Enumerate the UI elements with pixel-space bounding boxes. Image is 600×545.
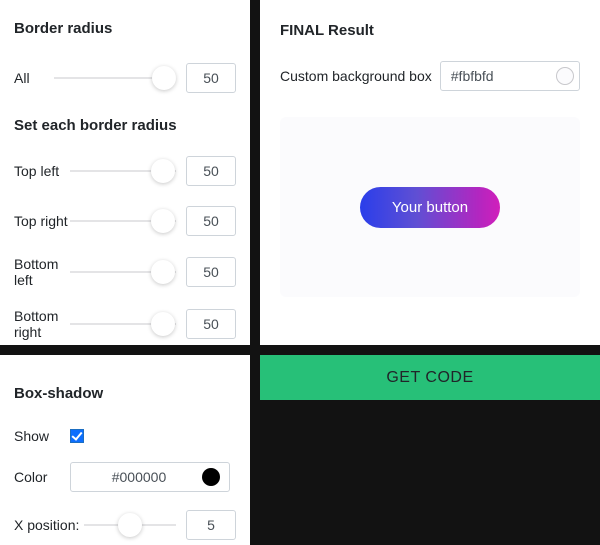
slider-thumb[interactable] bbox=[118, 513, 142, 537]
top-left-label: Top left bbox=[14, 163, 70, 179]
shadow-color-swatch[interactable] bbox=[202, 468, 220, 486]
bg-swatch[interactable] bbox=[556, 67, 574, 85]
preview-button[interactable]: Your button bbox=[360, 187, 500, 228]
slider-thumb[interactable] bbox=[151, 159, 175, 183]
show-row: Show bbox=[0, 428, 236, 444]
color-row: Color bbox=[0, 462, 236, 492]
xpos-slider[interactable] bbox=[84, 515, 176, 535]
top-right-input[interactable] bbox=[186, 206, 236, 236]
top-right-slider[interactable] bbox=[70, 211, 176, 231]
bottom-left-label: Bottom left bbox=[14, 256, 70, 288]
border-radius-panel: Border radius All Set each border radius… bbox=[0, 0, 250, 345]
show-label: Show bbox=[14, 428, 70, 444]
final-result-panel: FINAL Result Custom background box Your … bbox=[260, 0, 600, 345]
xpos-input[interactable] bbox=[186, 510, 236, 540]
bg-row: Custom background box bbox=[280, 61, 580, 91]
all-radius-label: All bbox=[14, 70, 54, 86]
all-radius-slider[interactable] bbox=[54, 68, 176, 88]
final-result-title: FINAL Result bbox=[280, 22, 580, 39]
bottom-right-slider[interactable] bbox=[70, 314, 176, 334]
bottom-right-input[interactable] bbox=[186, 309, 236, 339]
slider-thumb[interactable] bbox=[151, 260, 175, 284]
box-shadow-panel: Box-shadow Show Color X position: bbox=[0, 355, 250, 545]
preview-box: Your button bbox=[280, 117, 580, 297]
slider-thumb[interactable] bbox=[151, 312, 175, 336]
top-left-input[interactable] bbox=[186, 156, 236, 186]
bottom-left-slider[interactable] bbox=[70, 262, 176, 282]
top-left-slider[interactable] bbox=[70, 161, 176, 181]
top-left-row: Top left bbox=[0, 156, 236, 186]
show-checkbox[interactable] bbox=[70, 429, 84, 443]
bg-label: Custom background box bbox=[280, 68, 432, 84]
all-radius-input[interactable] bbox=[186, 63, 236, 93]
slider-thumb[interactable] bbox=[152, 66, 176, 90]
bottom-right-label: Bottom right bbox=[14, 308, 70, 340]
each-radius-heading: Set each border radius bbox=[0, 117, 236, 134]
all-radius-row: All bbox=[0, 63, 236, 93]
slider-thumb[interactable] bbox=[151, 209, 175, 233]
border-radius-heading: Border radius bbox=[0, 20, 236, 37]
box-shadow-heading: Box-shadow bbox=[0, 385, 236, 402]
shadow-color-label: Color bbox=[14, 469, 70, 485]
xpos-row: X position: bbox=[0, 510, 236, 540]
bottom-right-row: Bottom right bbox=[0, 308, 236, 340]
xpos-label: X position: bbox=[14, 517, 84, 533]
bottom-left-row: Bottom left bbox=[0, 256, 236, 288]
bottom-left-input[interactable] bbox=[186, 257, 236, 287]
get-code-button[interactable]: GET CODE bbox=[260, 355, 600, 400]
top-right-label: Top right bbox=[14, 213, 70, 229]
top-right-row: Top right bbox=[0, 206, 236, 236]
